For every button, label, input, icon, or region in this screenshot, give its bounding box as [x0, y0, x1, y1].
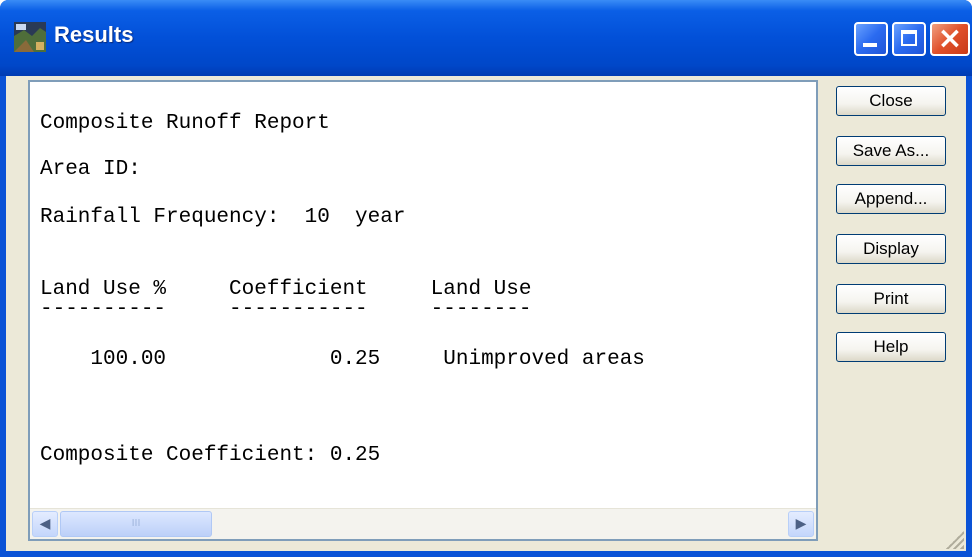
report-title: Composite Runoff Report	[40, 112, 330, 135]
maximize-icon	[901, 30, 917, 46]
display-button[interactable]: Display	[836, 234, 946, 264]
window-title: Results	[54, 22, 134, 47]
arrow-right-icon: ▶	[795, 516, 807, 532]
close-window-button[interactable]: ×	[930, 22, 970, 56]
report-text-area[interactable]: Composite Runoff Report Area ID: Rainfal…	[28, 80, 818, 541]
area-id-line: Area ID:	[40, 158, 141, 181]
grip-icon: III	[131, 518, 141, 529]
horizontal-scrollbar[interactable]: ◀ III ▶	[30, 508, 816, 539]
minimize-icon	[863, 43, 877, 47]
maximize-button[interactable]	[892, 22, 926, 56]
title-bar[interactable]: Results ×	[0, 0, 972, 76]
composite-coefficient-line: Composite Coefficient: 0.25	[40, 444, 381, 467]
scroll-right-button[interactable]: ▶	[788, 511, 814, 537]
resize-grip-icon[interactable]	[944, 529, 964, 549]
minimize-button[interactable]	[854, 22, 888, 56]
print-button[interactable]: Print	[836, 284, 946, 314]
rainfall-frequency-line: Rainfall Frequency: 10 year	[40, 206, 406, 229]
results-window: Results × Composite Runoff Report Area I…	[0, 0, 972, 557]
scroll-thumb[interactable]: III	[60, 511, 212, 537]
table-row: 100.00 0.25 Unimproved areas	[40, 348, 645, 371]
table-rule: ---------- ----------- --------	[40, 298, 532, 321]
report-content: Composite Runoff Report Area ID: Rainfal…	[40, 82, 810, 492]
arrow-left-icon: ◀	[39, 516, 51, 532]
append-button[interactable]: Append...	[836, 184, 946, 214]
client-area: Composite Runoff Report Area ID: Rainfal…	[6, 76, 966, 551]
close-icon: ×	[937, 21, 963, 56]
help-button[interactable]: Help	[836, 332, 946, 362]
app-icon	[14, 22, 46, 52]
close-button[interactable]: Close	[836, 86, 946, 116]
save-as-button[interactable]: Save As...	[836, 136, 946, 166]
scroll-left-button[interactable]: ◀	[32, 511, 58, 537]
